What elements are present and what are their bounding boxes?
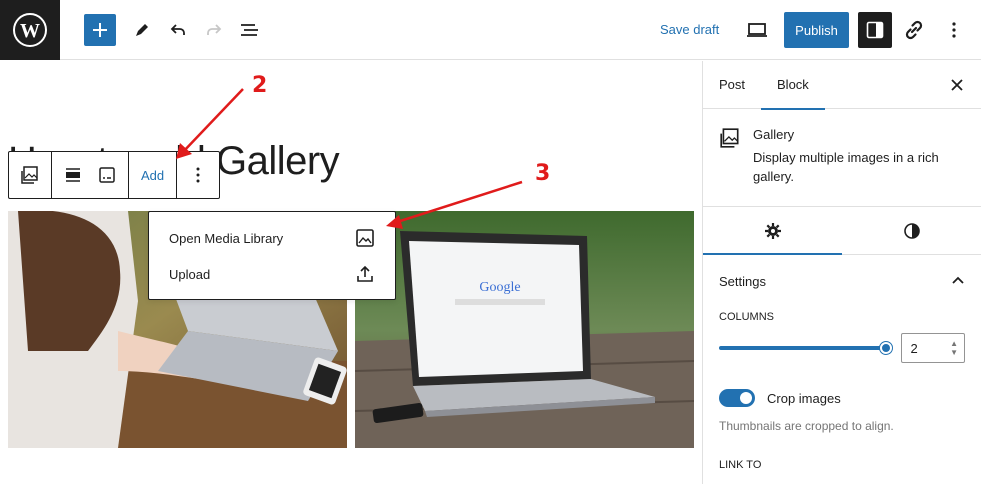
toggle-knob [740, 392, 752, 404]
editor-canvas: How to add Gallery [0, 61, 702, 484]
tab-post[interactable]: Post [703, 61, 761, 109]
crop-images-row: Crop images [703, 389, 981, 407]
link-to-label: LINK TO [719, 459, 762, 471]
tab-styles[interactable] [842, 207, 981, 254]
crop-images-help: Thumbnails are cropped to align. [719, 419, 894, 433]
svg-text:W: W [20, 20, 40, 42]
annotation-step-2: 2 [252, 73, 268, 98]
link-icon [905, 20, 923, 40]
pencil-icon [136, 24, 148, 36]
block-name: Gallery [753, 127, 795, 142]
chevron-up-icon [952, 276, 964, 284]
columns-label: COLUMNS [719, 311, 775, 323]
sidebar-icon [866, 21, 884, 39]
more-vertical-icon [196, 167, 200, 183]
plus-icon [93, 23, 107, 37]
upload-item[interactable]: Upload [149, 256, 395, 292]
tools-button[interactable] [126, 14, 158, 46]
undo-button[interactable] [162, 14, 194, 46]
columns-number-input[interactable]: 2 ▲ ▼ [901, 333, 965, 363]
settings-panel-title: Settings [719, 273, 766, 289]
open-media-library-item[interactable]: Open Media Library [149, 220, 395, 256]
add-media-button[interactable]: Add [133, 152, 172, 198]
redo-icon [207, 24, 222, 35]
preview-button[interactable] [741, 14, 773, 46]
add-block-button[interactable] [84, 14, 116, 46]
alignment-group [52, 152, 129, 198]
menu-item-label: Open Media Library [169, 230, 284, 246]
menu-item-label: Upload [169, 266, 211, 282]
image-icon [356, 229, 374, 247]
align-button[interactable] [56, 152, 90, 198]
columns-value: 2 [910, 340, 918, 356]
sidebar-tabs: Post Block [703, 61, 981, 110]
save-draft-button[interactable]: Save draft [654, 14, 725, 46]
close-sidebar-button[interactable] [941, 69, 973, 101]
more-vertical-icon [952, 22, 956, 38]
desktop-icon [747, 23, 767, 37]
close-icon [951, 79, 963, 91]
document-overview-button[interactable] [234, 14, 266, 46]
wordpress-icon: W [13, 13, 47, 47]
columns-slider-thumb[interactable] [880, 342, 893, 354]
inspector-tabs [703, 207, 981, 255]
upload-icon [357, 265, 373, 282]
photo-macbook-google: Google [355, 211, 694, 448]
add-media-menu: Open Media Library Upload [148, 211, 396, 300]
block-options-button[interactable] [181, 152, 215, 198]
gear-icon [764, 222, 781, 239]
block-card: Gallery Display multiple images in a ric… [703, 109, 981, 207]
publish-button[interactable]: Publish [784, 12, 849, 48]
caption-icon [99, 167, 115, 183]
gallery-icon [21, 166, 38, 184]
crop-images-toggle[interactable] [719, 389, 755, 407]
settings-toggle-button[interactable] [858, 12, 892, 48]
gallery-icon [720, 128, 739, 148]
settings-sidebar: Post Block Gallery Display multiple imag… [702, 61, 981, 484]
block-type-group [9, 152, 52, 198]
editor-header: W Save draft Publish [0, 0, 981, 60]
crop-images-label: Crop images [767, 390, 841, 406]
settings-panel-header[interactable]: Settings [703, 255, 981, 307]
columns-control: 2 ▲ ▼ [703, 333, 981, 363]
undo-icon [170, 24, 185, 35]
tab-settings[interactable] [703, 207, 842, 255]
add-group: Add [129, 152, 178, 198]
styles-icon [903, 222, 920, 239]
block-toolbar: Add [8, 151, 221, 199]
more-group [177, 152, 219, 198]
spin-arrows-icon[interactable]: ▲ ▼ [950, 339, 958, 357]
link-button[interactable] [898, 14, 930, 46]
options-button[interactable] [938, 14, 970, 46]
columns-slider[interactable] [719, 342, 893, 354]
block-description: Display multiple images in a rich galler… [753, 150, 939, 184]
annotation-step-3: 3 [535, 161, 551, 186]
tab-block[interactable]: Block [761, 61, 825, 110]
align-full-icon [66, 168, 80, 182]
caption-button[interactable] [90, 152, 124, 198]
redo-button[interactable] [198, 14, 230, 46]
google-logo-text: Google [479, 280, 520, 295]
wordpress-logo[interactable]: W [0, 0, 60, 60]
block-type-button[interactable] [13, 152, 47, 198]
gallery-image-macbook[interactable]: Google [355, 211, 694, 448]
list-view-icon [241, 24, 258, 36]
